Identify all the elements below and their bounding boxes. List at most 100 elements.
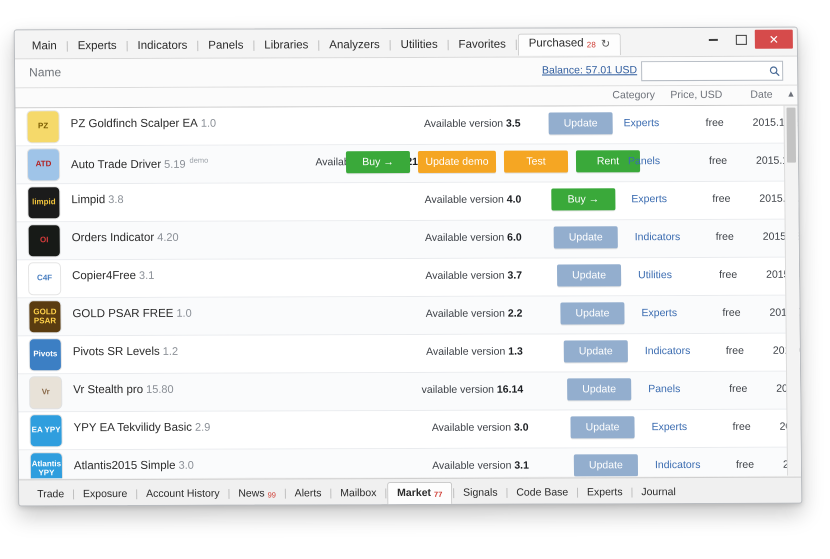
market-tab-favorites[interactable]: Favorites <box>449 37 514 55</box>
product-row[interactable]: C4FCopier4Free3.1Available version 3.7Up… <box>17 258 799 299</box>
title-bar: Main|Experts|Indicators|Panels|Libraries… <box>15 28 797 60</box>
buy-button[interactable]: Buy → <box>551 188 615 210</box>
product-row[interactable]: ATDAuto Trade Driver5.19demoAvailable ve… <box>16 144 798 185</box>
column-header-category[interactable]: Category <box>612 89 655 101</box>
terminal-tab-code-base[interactable]: Code Base <box>508 482 576 503</box>
update-button[interactable]: Update <box>567 378 631 400</box>
product-name-text: PZ Goldfinch Scalper EA <box>71 118 198 130</box>
product-row[interactable]: Atlantis YPY Atlantis2015 Simple3.0 Availa… <box>19 448 801 479</box>
update-demo-button[interactable]: Update demo <box>418 151 496 173</box>
balance-link[interactable]: Balance: 57.01 USD <box>542 64 637 76</box>
update-button[interactable]: Update <box>560 302 624 324</box>
product-price: free <box>722 307 740 319</box>
available-version-label: Available version <box>424 118 503 130</box>
product-category-link[interactable]: Indicators <box>635 231 681 243</box>
close-button[interactable]: ✕ <box>755 30 793 49</box>
column-header-date[interactable]: Date <box>750 89 772 101</box>
product-name[interactable]: Copier4Free3.1 <box>72 270 154 282</box>
market-tab-utilities[interactable]: Utilities <box>392 37 447 55</box>
product-category-link[interactable]: Panels <box>648 383 680 395</box>
product-category-link[interactable]: Indicators <box>655 459 701 471</box>
terminal-tab-signals[interactable]: Signals <box>455 483 506 504</box>
product-row[interactable]: OIOrders Indicator4.20Available version … <box>17 220 799 261</box>
product-name-text: Limpid <box>71 194 105 206</box>
maximize-button[interactable] <box>727 30 755 49</box>
market-tab-label: Libraries <box>264 39 308 51</box>
market-tab-purchased[interactable]: Purchased28↻ <box>518 33 622 55</box>
market-tab-libraries[interactable]: Libraries <box>255 37 317 55</box>
terminal-tab-badge: 77 <box>434 490 442 499</box>
terminal-tab-account-history[interactable]: Account History <box>138 484 228 505</box>
update-button[interactable]: Update <box>570 416 634 438</box>
available-version-label: Available version <box>425 232 504 244</box>
product-name-text: Copier4Free <box>72 270 136 282</box>
scroll-up-icon[interactable]: ▲ <box>786 89 795 99</box>
search-box[interactable] <box>641 61 783 81</box>
terminal-tab-market[interactable]: Market77 <box>387 482 452 505</box>
product-name[interactable]: Limpid3.8 <box>71 194 123 206</box>
product-icon: Atlantis YPY <box>31 453 62 478</box>
product-name[interactable]: YPY EA Tekvilidy Basic2.9 <box>73 422 210 434</box>
product-row[interactable]: limpidLimpid3.8Available version 4.0Buy … <box>16 182 798 223</box>
product-row[interactable]: PZPZ Goldfinch Scalper EA1.0Available ve… <box>15 106 797 147</box>
available-version-number: 6.0 <box>507 232 522 244</box>
terminal-tab-experts[interactable]: Experts <box>579 482 631 503</box>
terminal-tab-label: Experts <box>587 486 623 498</box>
product-category-link[interactable]: Experts <box>651 421 687 433</box>
available-version-number: 1.3 <box>508 346 523 358</box>
update-button[interactable]: Update <box>549 112 613 134</box>
update-button[interactable]: Update <box>554 226 618 248</box>
terminal-tab-journal[interactable]: Journal <box>633 482 684 503</box>
product-name[interactable]: GOLD PSAR FREE1.0 <box>72 308 191 320</box>
product-category-link[interactable]: Indicators <box>645 345 691 357</box>
product-category-link[interactable]: Experts <box>631 193 667 205</box>
product-name[interactable]: Pivots SR Levels1.2 <box>73 346 178 358</box>
product-row[interactable]: PivotsPivots SR Levels1.2Available versi… <box>18 334 800 375</box>
terminal-tab-news[interactable]: News99 <box>230 483 284 504</box>
product-version: 1.0 <box>176 308 191 320</box>
update-button[interactable]: Update <box>574 454 638 476</box>
product-row[interactable]: GOLD PSARGOLD PSAR FREE1.0Available vers… <box>17 296 799 337</box>
refresh-icon[interactable]: ↻ <box>601 37 610 50</box>
product-version: 15.80 <box>146 384 174 396</box>
product-category-link[interactable]: Experts <box>624 117 660 129</box>
product-row[interactable]: VrVr Stealth pro15.80vailable version 16… <box>18 372 800 413</box>
available-version-number: 2.2 <box>508 308 523 320</box>
buy-button[interactable]: Buy → <box>346 151 410 173</box>
market-tab-panels[interactable]: Panels <box>199 38 252 56</box>
product-price: free <box>709 155 727 167</box>
product-category-link[interactable]: Experts <box>641 307 677 319</box>
available-version: Available version 4.0 <box>425 194 522 206</box>
product-icon: Vr <box>30 377 61 408</box>
product-category-link[interactable]: Utilities <box>638 269 672 281</box>
market-tab-indicators[interactable]: Indicators <box>128 38 196 56</box>
search-input[interactable] <box>642 62 766 80</box>
minimize-button[interactable] <box>699 30 727 49</box>
market-tab-analyzers[interactable]: Analyzers <box>320 37 389 55</box>
product-name[interactable]: Vr Stealth pro15.80 <box>73 384 174 396</box>
product-icon: ATD <box>28 149 59 180</box>
product-name[interactable]: Auto Trade Driver5.19demo <box>71 156 208 171</box>
product-version: 1.2 <box>163 346 178 358</box>
terminal-tab-exposure[interactable]: Exposure <box>75 484 136 505</box>
product-name[interactable]: Orders Indicator4.20 <box>72 232 179 244</box>
market-tab-experts[interactable]: Experts <box>69 38 126 56</box>
demo-badge: demo <box>189 156 208 165</box>
product-category-link[interactable]: Panels <box>628 155 660 167</box>
scrollbar-thumb[interactable] <box>786 108 796 163</box>
update-button[interactable]: Update <box>557 264 621 286</box>
available-version: Available version 2.2 <box>426 308 523 320</box>
market-tab-main[interactable]: Main <box>23 38 66 56</box>
column-header-price[interactable]: Price, USD <box>670 89 722 101</box>
terminal-tab-trade[interactable]: Trade <box>29 484 72 505</box>
update-button[interactable]: Update <box>564 340 628 362</box>
vertical-scrollbar[interactable] <box>783 106 801 476</box>
terminal-tab-alerts[interactable]: Alerts <box>287 483 330 504</box>
available-version-label: Available version <box>432 460 511 472</box>
terminal-tab-mailbox[interactable]: Mailbox <box>332 483 384 504</box>
product-name[interactable]: PZ Goldfinch Scalper EA1.0 <box>71 118 217 131</box>
product-row[interactable]: EA YPYYPY EA Tekvilidy Basic2.9Available… <box>18 410 800 451</box>
search-icon[interactable] <box>766 63 782 79</box>
product-name[interactable]: Atlantis2015 Simple3.0 <box>74 460 194 472</box>
test-button[interactable]: Test <box>504 150 568 172</box>
